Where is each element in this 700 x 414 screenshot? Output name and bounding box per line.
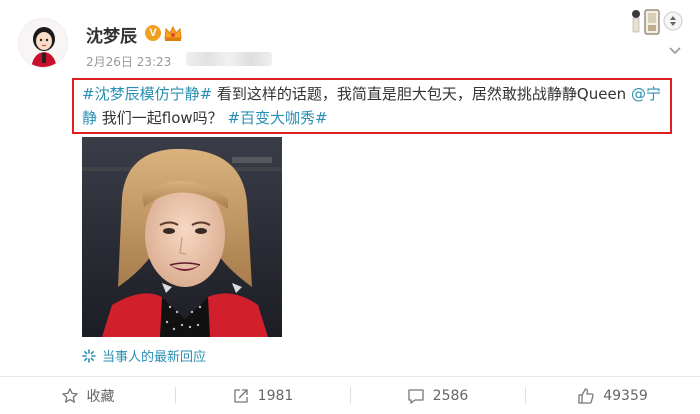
post-content: #沈梦辰模仿宁静# 看到这样的话题，我简直是胆大包天，居然敢挑战静静Queen … xyxy=(82,82,672,130)
post-image[interactable] xyxy=(82,137,282,337)
avatar-image xyxy=(19,19,67,67)
avatar[interactable] xyxy=(18,18,68,68)
comment-count: 2586 xyxy=(432,387,469,404)
like-count: 49359 xyxy=(603,387,648,404)
crown-icon xyxy=(164,25,182,41)
blurred-source xyxy=(186,52,272,66)
portrait-image xyxy=(82,137,282,337)
favorite-label: 收藏 xyxy=(86,388,115,405)
post-timestamp[interactable]: 2月26日 23:23 xyxy=(86,53,171,70)
comment-icon xyxy=(408,388,424,404)
reply-link-label: 当事人的最新回应 xyxy=(102,350,207,365)
latest-reply-link[interactable]: 当事人的最新回应 xyxy=(82,346,206,365)
post-text-1: 看到这样的话题，我简直是胆大包天，居然敢挑战静静Queen xyxy=(212,85,631,103)
verified-badge: V xyxy=(145,25,161,41)
repost-button[interactable]: 1981 xyxy=(175,377,350,414)
post-text-2: 我们一起flow吗？ xyxy=(97,109,228,127)
action-bar: 收藏 1981 2586 49359 xyxy=(0,377,700,414)
topic-link-1[interactable]: #沈梦辰模仿宁静# xyxy=(82,85,212,103)
repost-count: 1981 xyxy=(257,387,294,404)
chevron-down-icon[interactable] xyxy=(668,46,682,56)
topic-link-2[interactable]: #百变大咖秀# xyxy=(227,109,327,127)
decoration-icon xyxy=(632,9,683,35)
star-icon xyxy=(61,387,78,403)
thumbs-up-icon xyxy=(578,387,594,404)
sparkle-icon xyxy=(82,348,96,363)
share-icon xyxy=(234,388,248,403)
favorite-button[interactable]: 收藏 xyxy=(0,377,175,414)
comment-button[interactable]: 2586 xyxy=(350,377,525,414)
user-name[interactable]: 沈梦辰 xyxy=(86,22,137,47)
like-button[interactable]: 49359 xyxy=(525,377,700,414)
